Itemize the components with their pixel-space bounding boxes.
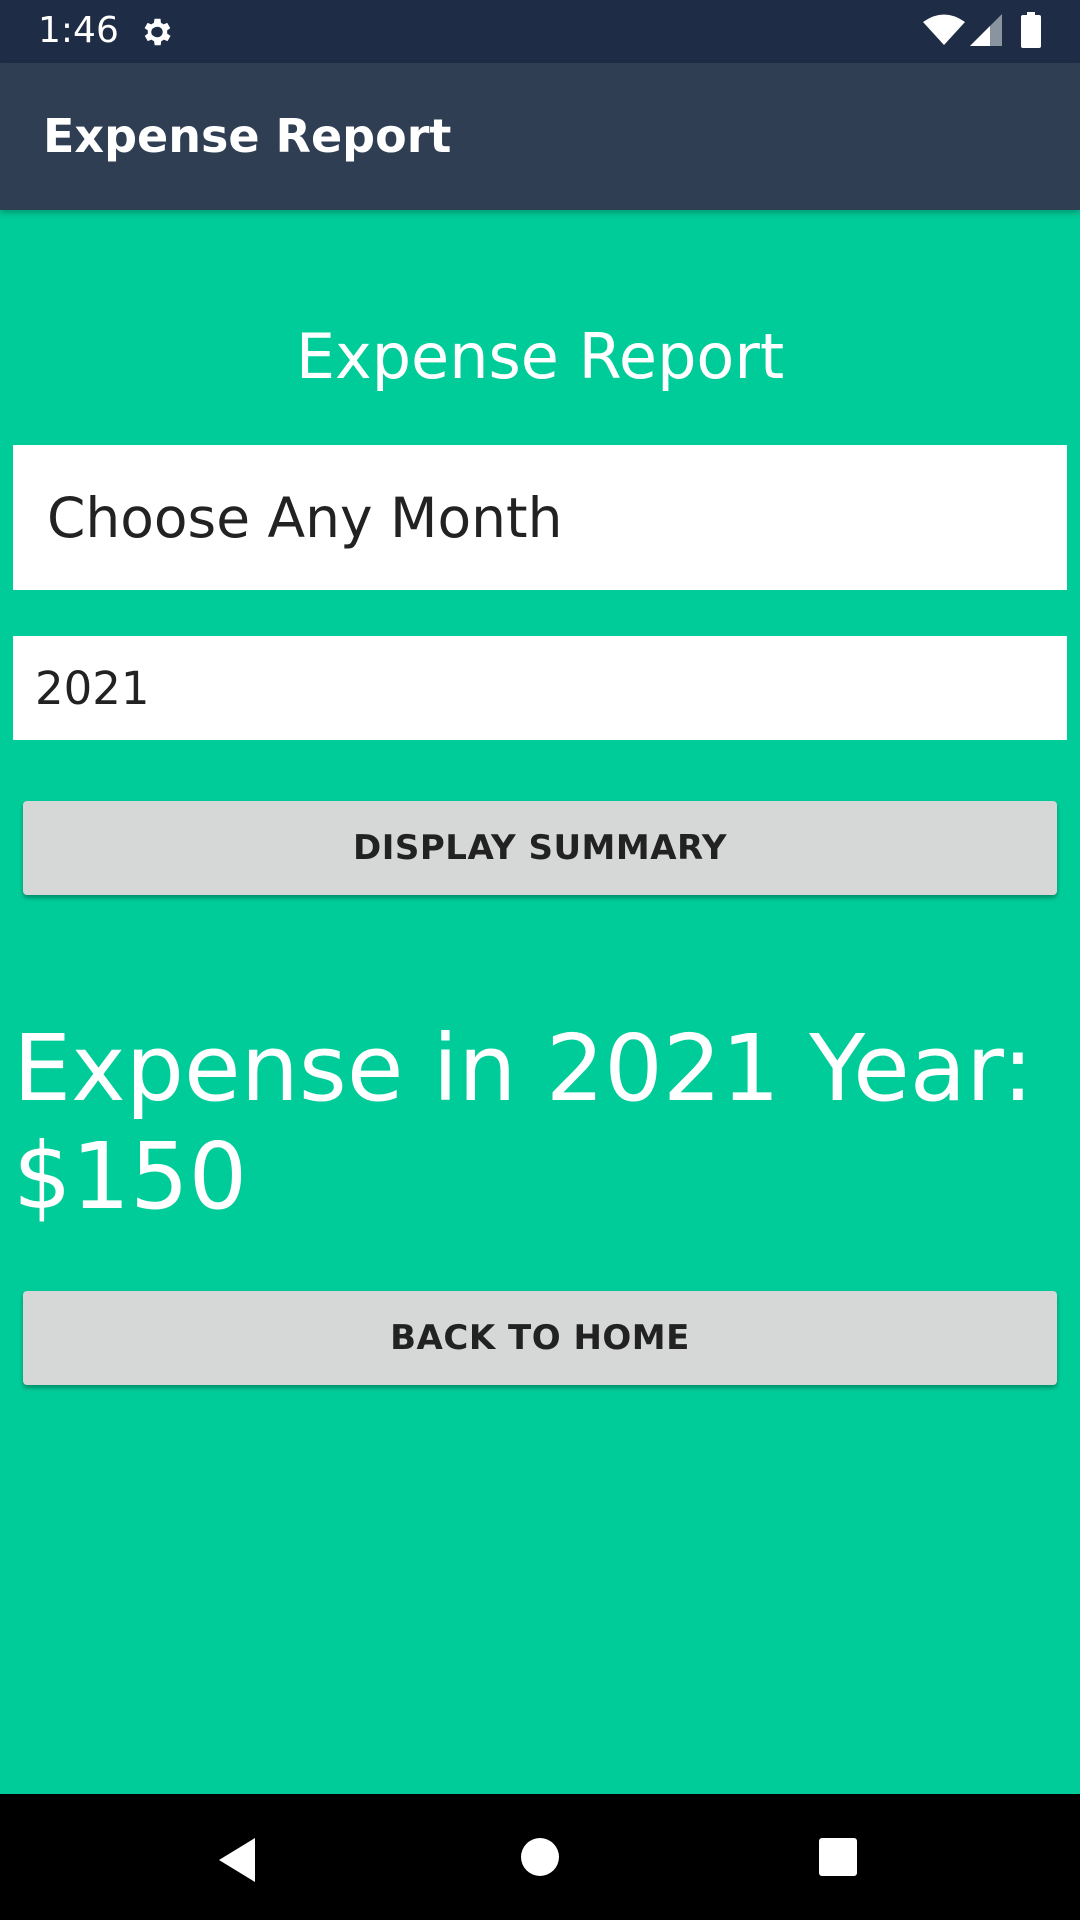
year-input[interactable]: 2021 [13, 636, 1067, 740]
display-summary-button[interactable]: DISPLAY SUMMARY [23, 801, 1057, 895]
gear-icon [144, 18, 171, 46]
app-bar: Expense Report [0, 63, 1080, 210]
status-time: 1:46 [38, 10, 119, 51]
app-bar-title: Expense Report [43, 109, 452, 163]
battery-icon [1021, 12, 1041, 48]
expense-result: Expense in 2021 Year: $150 [13, 1015, 1063, 1231]
wifi-icon [923, 14, 965, 45]
month-select-value: Choose Any Month [47, 486, 563, 550]
cell-signal-icon [970, 14, 1002, 46]
expense-result-line1: Expense in 2021 Year: [13, 1015, 1034, 1122]
status-bar: 1:46 [0, 0, 1080, 63]
home-icon[interactable] [519, 1836, 561, 1878]
month-select[interactable]: Choose Any Month [13, 445, 1067, 590]
expense-result-amount: $150 [13, 1123, 248, 1230]
recents-icon[interactable] [817, 1836, 859, 1878]
back-icon[interactable] [215, 1836, 259, 1884]
page-heading: Expense Report [295, 320, 785, 393]
year-input-value: 2021 [35, 662, 150, 715]
back-to-home-button[interactable]: BACK TO HOME [23, 1291, 1057, 1385]
